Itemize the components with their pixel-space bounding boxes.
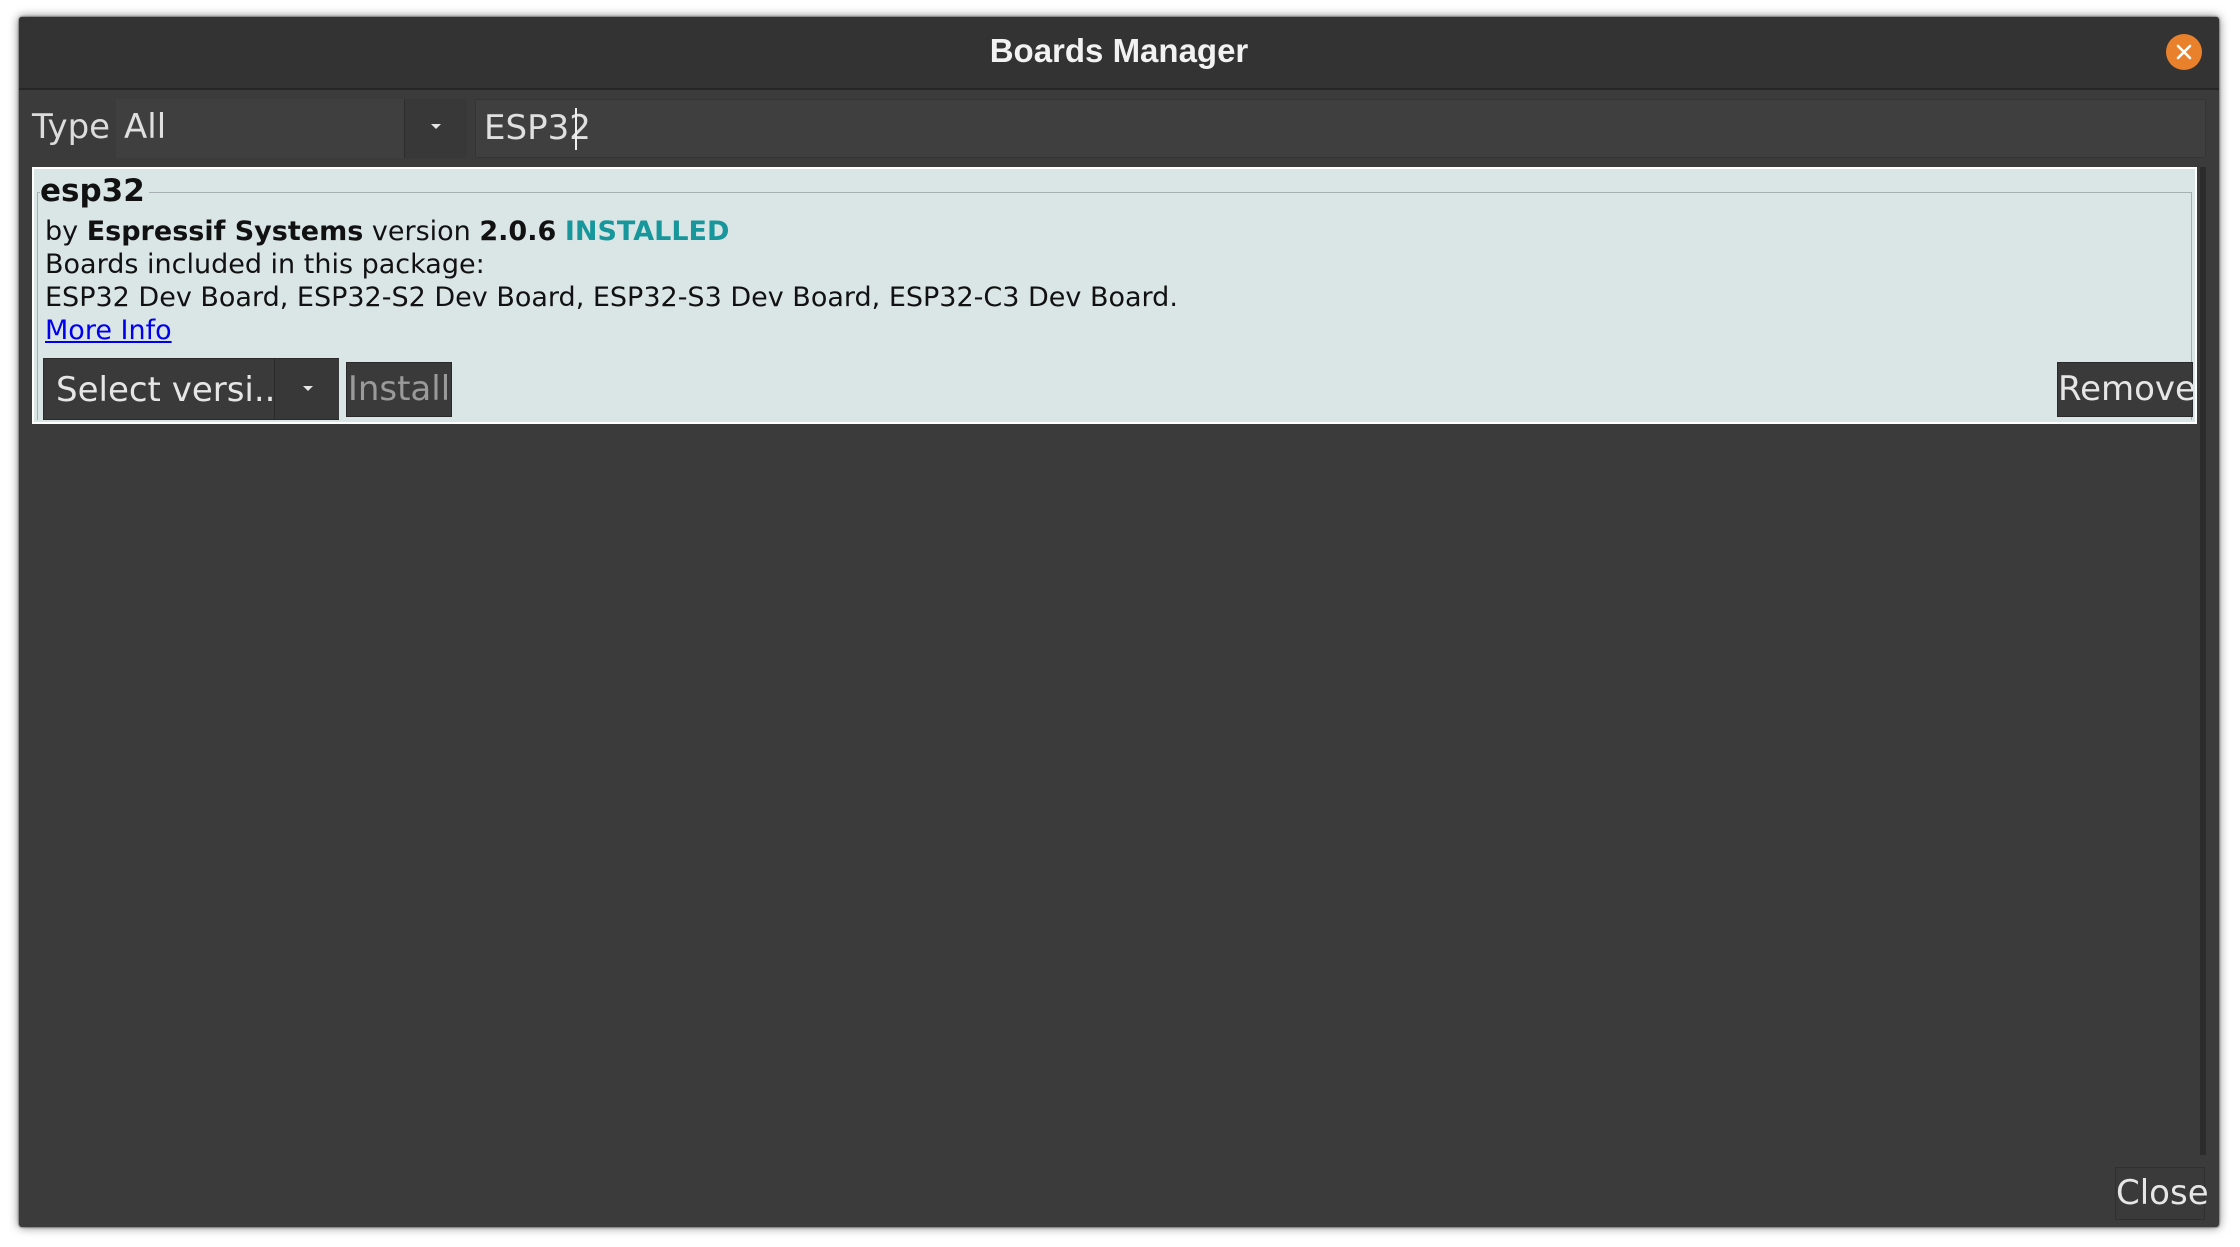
boards-heading: Boards included in this package: [45,249,485,280]
more-info-line: More Info [45,315,172,346]
window-close-button[interactable] [2166,34,2202,70]
chevron-down-icon [303,386,313,391]
remove-button[interactable]: Remove [2057,362,2196,417]
chevron-down-icon [431,124,441,129]
search-input[interactable]: ESP32 [475,99,2206,158]
package-list-scrollbar[interactable] [2200,167,2206,1155]
window-title: Boards Manager [989,32,1249,69]
title-bar[interactable]: Boards Manager [19,17,2219,90]
version-select-value: Select versi... [56,370,287,410]
text-caret [575,108,577,150]
installed-status: INSTALLED [564,216,730,247]
install-button[interactable]: Install [346,362,452,417]
close-icon [2176,44,2192,60]
type-select-dropdown-button[interactable] [404,99,467,158]
boards-list: ESP32 Dev Board, ESP32-S2 Dev Board, ESP… [45,282,1178,313]
package-author: Espressif Systems [86,216,364,247]
type-select-value: All [124,107,167,147]
close-button[interactable]: Close [2115,1167,2209,1220]
version-label: version [371,216,471,247]
version-select-dropdown-button[interactable] [274,359,339,419]
type-label: Type [32,107,111,147]
boards-manager-window: Boards Manager Type All ESP32 esp32 by E… [19,17,2219,1227]
by-label: by [45,216,79,247]
package-card-esp32[interactable]: esp32 by Espressif Systems version 2.0.6… [32,167,2197,424]
type-select[interactable]: All [116,99,467,158]
package-name: esp32 [40,173,149,209]
package-version: 2.0.6 [479,216,557,247]
package-meta-line: by Espressif Systems version 2.0.6 INSTA… [45,216,729,247]
more-info-link[interactable]: More Info [45,315,172,346]
version-select[interactable]: Select versi... [43,358,339,420]
